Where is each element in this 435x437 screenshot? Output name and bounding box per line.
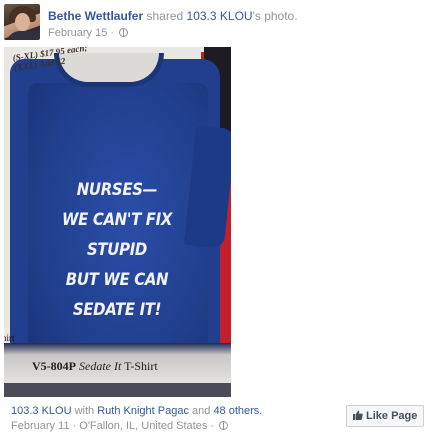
catalog-caption: V5-804P Sedate It T-Shirt [32,359,158,374]
avatar[interactable] [4,4,40,40]
slogan-line: BUT WE CAN [65,270,169,290]
post-date[interactable]: February 15 · [48,27,117,39]
source-suffix: 's photo. [252,9,298,23]
shared-text: shared [146,9,184,23]
globe-icon[interactable] [219,421,229,430]
globe-icon[interactable] [119,28,129,37]
source-page-link[interactable]: 103.3 KLOU [187,9,253,23]
slogan-line: STUPID [87,240,147,260]
author-link[interactable]: Bethe Wettlaufer [48,9,143,23]
post-header: Bethe Wettlaufer shared 103.3 KLOU's pho… [4,4,431,44]
page-link[interactable]: 103.3 KLOU [11,405,72,417]
like-page-button[interactable]: Like Page [346,405,424,427]
post-headline: Bethe Wettlaufer shared 103.3 KLOU's pho… [48,9,298,24]
tagged-person-link[interactable]: Ruth Knight Pagac [97,405,189,417]
original-post-attribution: 103.3 KLOU with Ruth Knight Pagac and 48… [11,405,263,417]
thumbs-up-icon [353,410,363,420]
original-post-date[interactable]: February 11 · O'Fallon, IL, United State… [11,420,217,432]
product-type: T-Shirt [124,359,158,373]
shared-photo[interactable]: (S-XL) $17.95 each; (XXL) Add $2 NURSES—… [4,47,231,397]
like-page-label: Like Page [366,410,418,422]
slogan-line: NURSES— [76,180,158,200]
slogan-line: SEDATE IT! [72,300,162,320]
product-code: V5-804P [32,359,76,373]
slogan-line: WE CAN'T FIX [61,210,173,230]
others-link[interactable]: 48 others. [213,405,262,417]
product-title: Sedate It [79,359,122,373]
original-post-timestamp: February 11 · O'Fallon, IL, United State… [11,420,229,432]
shirt-slogan: NURSES— WE CAN'T FIX STUPID BUT WE CAN S… [51,175,183,325]
post-timestamp-row: February 15 · [48,26,129,40]
photo-bottom-strip [4,383,231,397]
partial-label: hirt [4,333,15,343]
